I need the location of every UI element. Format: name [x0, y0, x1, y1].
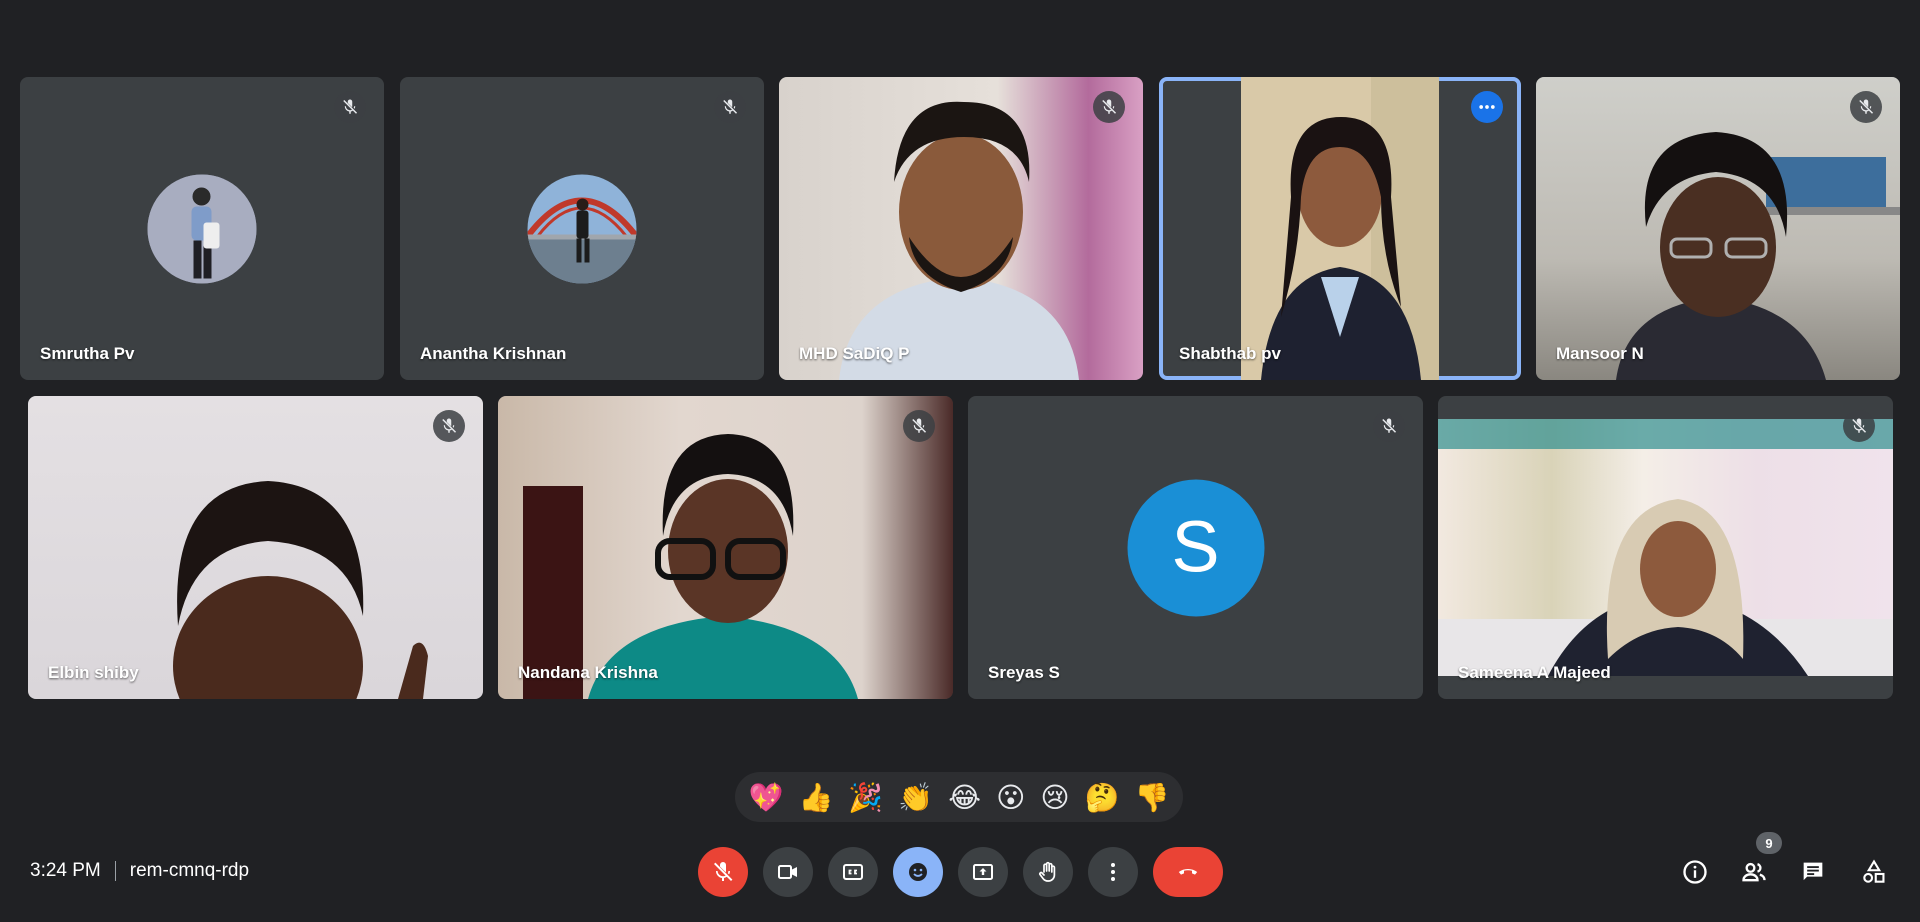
reaction-thumbs-down[interactable]: 👎 — [1135, 781, 1170, 814]
mic-off-icon — [903, 410, 935, 442]
meeting-time: 3:24 PM — [30, 860, 101, 881]
reactions-bar: 💖 👍 🎉 👏 😂 😮 😢 🤔 👎 — [735, 772, 1183, 822]
emoji-icon — [909, 863, 927, 881]
chat-button[interactable] — [1796, 855, 1830, 889]
video-camera-icon — [778, 865, 797, 879]
participant-name: Nandana Krishna — [518, 663, 658, 682]
participant-tile[interactable]: Sameena A Majeed — [1438, 396, 1893, 699]
participant-name: Anantha Krishnan — [420, 344, 567, 363]
participant-avatar — [527, 174, 637, 283]
more-options-button[interactable] — [1088, 847, 1138, 897]
hand-icon — [1039, 861, 1056, 882]
reaction-party-popper[interactable]: 🎉 — [848, 781, 883, 814]
participant-name: Elbin shiby — [48, 663, 139, 682]
reaction-crying[interactable]: 😢 — [1040, 781, 1069, 814]
people-count-badge: 9 — [1756, 832, 1782, 854]
reaction-thumbs-up[interactable]: 👍 — [798, 781, 833, 814]
people-button[interactable] — [1737, 855, 1771, 889]
participant-tile[interactable]: Mansoor N — [1536, 77, 1900, 380]
participant-video — [779, 77, 1143, 380]
present-screen-icon — [973, 864, 993, 880]
meeting-details-button[interactable] — [1678, 855, 1712, 889]
mic-off-icon — [714, 862, 733, 881]
reactions-button[interactable] — [893, 847, 943, 897]
reaction-joy[interactable]: 😂 — [948, 781, 981, 814]
meeting-info: 3:24 PM rem-cmnq-rdp — [30, 860, 249, 882]
end-call-icon — [1178, 869, 1198, 875]
more-options-icon[interactable] — [1471, 91, 1503, 123]
participant-tile[interactable]: Anantha Krishnan — [400, 77, 764, 380]
mic-off-icon — [1850, 91, 1882, 123]
mic-toggle-button[interactable] — [698, 847, 748, 897]
raise-hand-button[interactable] — [1023, 847, 1073, 897]
present-screen-button[interactable] — [958, 847, 1008, 897]
reaction-surprised[interactable]: 😮 — [996, 781, 1025, 814]
participant-video — [498, 396, 953, 699]
meeting-code: rem-cmnq-rdp — [129, 860, 250, 881]
participant-name: Mansoor N — [1556, 344, 1644, 363]
info-icon — [1683, 860, 1707, 884]
captions-button[interactable] — [828, 847, 878, 897]
chat-icon — [1803, 862, 1823, 881]
participant-tile[interactable]: Nandana Krishna — [498, 396, 953, 699]
activities-button[interactable] — [1857, 855, 1891, 889]
participant-name: MHD SaDiQ P — [799, 344, 910, 363]
participant-video — [1438, 419, 1893, 676]
reaction-sparkling-heart[interactable]: 💖 — [749, 781, 784, 814]
participant-name: Shabthab pv — [1179, 344, 1282, 363]
leave-call-button[interactable] — [1153, 847, 1223, 897]
camera-toggle-button[interactable] — [763, 847, 813, 897]
mic-off-icon — [1843, 410, 1875, 442]
participant-tile-active[interactable]: Shabthab pv — [1159, 77, 1521, 380]
reaction-clapping[interactable]: 👏 — [898, 781, 933, 814]
reaction-thinking[interactable]: 🤔 — [1085, 781, 1120, 814]
divider — [114, 861, 116, 881]
mic-off-icon — [1093, 91, 1125, 123]
mic-off-icon — [1373, 410, 1405, 442]
participant-avatar: S — [1127, 479, 1264, 616]
mic-off-icon — [714, 91, 746, 123]
more-vert-icon — [1111, 863, 1115, 881]
participant-tile[interactable]: Elbin shiby — [28, 396, 483, 699]
participant-tile[interactable]: Smrutha Pv — [20, 77, 384, 380]
participant-tile[interactable]: S Sreyas S — [968, 396, 1423, 699]
participant-avatar — [147, 174, 257, 283]
participant-tile[interactable]: MHD SaDiQ P — [779, 77, 1143, 380]
activities-icon — [1863, 859, 1885, 883]
participant-name: Sreyas S — [988, 663, 1060, 682]
mic-off-icon — [334, 91, 366, 123]
closed-captions-icon — [843, 864, 863, 880]
participant-video — [1241, 77, 1439, 380]
participant-name: Sameena A Majeed — [1458, 663, 1611, 682]
participant-name: Smrutha Pv — [40, 344, 135, 363]
people-icon — [1742, 862, 1766, 882]
participant-video — [1536, 77, 1900, 380]
participant-video — [28, 396, 483, 699]
mic-off-icon — [433, 410, 465, 442]
